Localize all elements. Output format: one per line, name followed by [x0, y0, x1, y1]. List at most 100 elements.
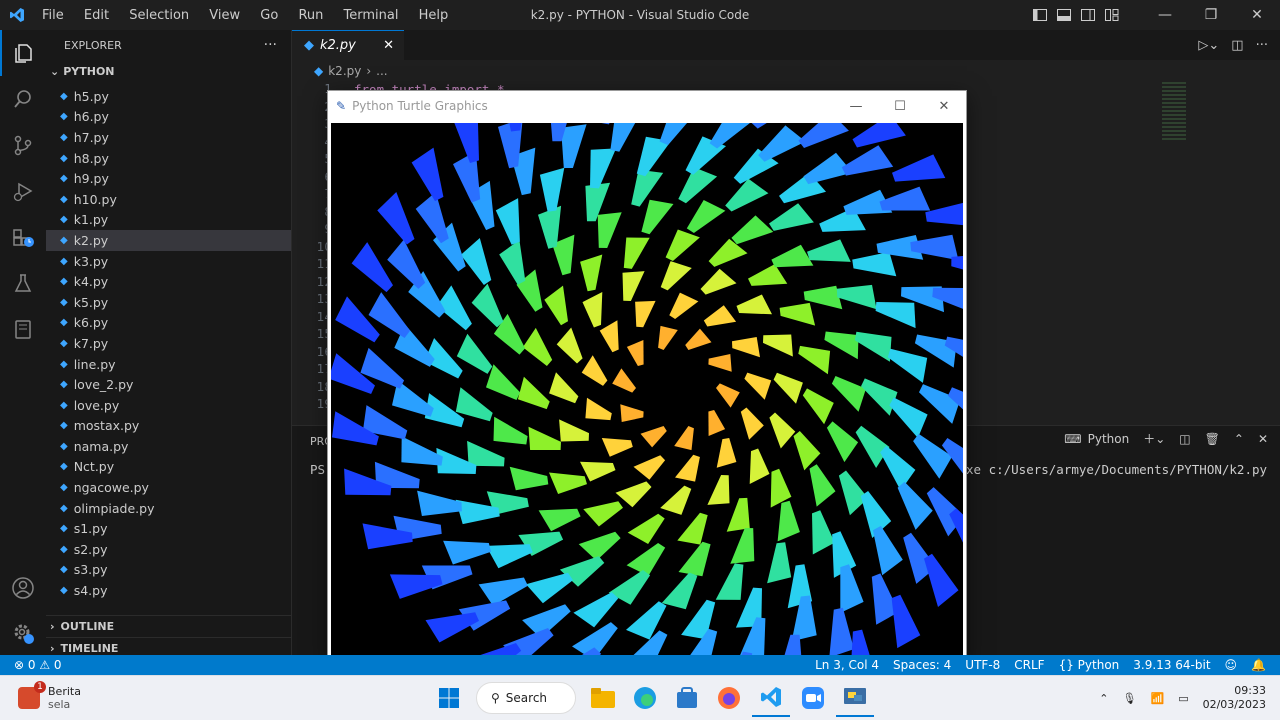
extensions-icon[interactable] — [0, 214, 46, 260]
file-item[interactable]: ◆ k3.py — [46, 251, 291, 272]
clock-date[interactable]: 02/03/2023 — [1203, 698, 1266, 712]
indentation[interactable]: Spaces: 4 — [893, 658, 951, 672]
testing-icon[interactable] — [0, 260, 46, 306]
turtle-minimize-icon[interactable]: — — [834, 99, 878, 114]
outline-section[interactable]: › OUTLINE — [46, 615, 291, 637]
file-item[interactable]: ◆ olimpiade.py — [46, 498, 291, 519]
file-item[interactable]: ◆ Nct.py — [46, 457, 291, 478]
notifications-icon[interactable]: 🔔 — [1251, 658, 1266, 672]
file-item[interactable]: ◆ k6.py — [46, 313, 291, 334]
battery-icon[interactable]: ▭ — [1178, 692, 1188, 705]
split-terminal-icon[interactable]: ◫ — [1179, 432, 1190, 446]
line-number: 15 — [316, 327, 332, 341]
file-item[interactable]: ◆ s2.py — [46, 539, 291, 560]
language-mode[interactable]: {} Python — [1059, 658, 1120, 672]
firefox-icon[interactable] — [710, 679, 748, 717]
python-taskbar-icon[interactable] — [836, 679, 874, 717]
minimize-icon[interactable]: — — [1142, 0, 1188, 30]
file-item[interactable]: ◆ s4.py — [46, 580, 291, 601]
turtle-close-icon[interactable]: ✕ — [922, 99, 966, 114]
tab-k2-py[interactable]: ◆ k2.py ✕ — [292, 30, 404, 60]
file-item[interactable]: ◆ love.py — [46, 395, 291, 416]
file-item[interactable]: ◆ s1.py — [46, 518, 291, 539]
file-item[interactable]: ◆ h8.py — [46, 148, 291, 169]
close-icon[interactable]: ✕ — [1234, 0, 1280, 30]
toggle-panel-icon[interactable] — [1052, 0, 1076, 30]
encoding[interactable]: UTF-8 — [965, 658, 1000, 672]
menu-edit[interactable]: Edit — [84, 8, 109, 23]
file-item[interactable]: ◆ line.py — [46, 354, 291, 375]
more-actions-icon[interactable]: ··· — [1256, 38, 1268, 53]
folder-section[interactable]: ⌄ PYTHON — [46, 60, 291, 82]
breadcrumb-more[interactable]: ... — [376, 64, 387, 78]
toggle-secondary-sidebar-icon[interactable] — [1076, 0, 1100, 30]
search-icon[interactable] — [0, 76, 46, 122]
interpreter-version[interactable]: 3.9.13 64-bit — [1133, 658, 1210, 672]
search-box[interactable]: ⚲ Search — [476, 682, 576, 714]
clock-time[interactable]: 09:33 — [1203, 684, 1266, 698]
microphone-icon[interactable]: 🎙 — [1123, 692, 1137, 705]
file-item[interactable]: ◆ k2.py — [46, 230, 291, 251]
menu-help[interactable]: Help — [419, 8, 449, 23]
file-item[interactable]: ◆ h6.py — [46, 107, 291, 128]
edge-browser-icon[interactable] — [626, 679, 664, 717]
trash-icon[interactable]: 🗑 — [1205, 432, 1220, 446]
explorer-more-button[interactable]: ··· — [264, 37, 277, 53]
turtle-graphics-window[interactable]: ✎ Python Turtle Graphics — ☐ ✕ — [327, 90, 967, 659]
menu-view[interactable]: View — [209, 8, 240, 23]
chevron-up-icon[interactable]: ⌃ — [1099, 692, 1108, 705]
file-item[interactable]: ◆ k7.py — [46, 333, 291, 354]
turtle-maximize-icon[interactable]: ☐ — [878, 99, 922, 114]
zoom-icon[interactable] — [794, 679, 832, 717]
maximize-panel-icon[interactable]: ⌃ — [1234, 432, 1244, 446]
file-item[interactable]: ◆ nama.py — [46, 436, 291, 457]
close-tab-icon[interactable]: ✕ — [383, 38, 394, 53]
file-item[interactable]: ◆ love_2.py — [46, 374, 291, 395]
file-item[interactable]: ◆ k1.py — [46, 210, 291, 231]
remote-explorer-icon[interactable] — [0, 306, 46, 352]
file-item[interactable]: ◆ h10.py — [46, 189, 291, 210]
menu-terminal[interactable]: Terminal — [344, 8, 399, 23]
file-item[interactable]: ◆ h9.py — [46, 168, 291, 189]
file-item[interactable]: ◆ ngacowe.py — [46, 477, 291, 498]
turtle-title: Python Turtle Graphics — [352, 99, 488, 113]
python-file-icon: ◆ — [60, 585, 68, 597]
explorer-icon[interactable] — [0, 30, 46, 76]
turtle-canvas[interactable] — [331, 123, 963, 655]
split-editor-icon[interactable]: ◫ — [1231, 38, 1243, 53]
wifi-icon[interactable]: 📶 — [1150, 692, 1164, 705]
news-widget[interactable]: 1 Berita sela — [18, 681, 138, 711]
start-button[interactable] — [430, 679, 468, 717]
breadcrumb-file[interactable]: k2.py — [328, 64, 361, 78]
menu-run[interactable]: Run — [298, 8, 323, 23]
file-item[interactable]: ◆ h5.py — [46, 86, 291, 107]
turtle-title-bar[interactable]: ✎ Python Turtle Graphics — ☐ ✕ — [328, 91, 966, 121]
file-explorer-icon[interactable] — [584, 679, 622, 717]
manage-gear-icon[interactable] — [0, 610, 46, 656]
customize-layout-icon[interactable] — [1100, 0, 1124, 30]
cursor-position[interactable]: Ln 3, Col 4 — [815, 658, 879, 672]
file-item[interactable]: ◆ h7.py — [46, 127, 291, 148]
toggle-primary-sidebar-icon[interactable] — [1028, 0, 1052, 30]
menu-file[interactable]: File — [42, 8, 64, 23]
minimap[interactable] — [1162, 82, 1186, 142]
add-terminal-icon[interactable]: ＋⌄ — [1143, 430, 1165, 447]
file-item[interactable]: ◆ k5.py — [46, 292, 291, 313]
terminal-name[interactable]: Python — [1088, 432, 1130, 446]
microsoft-store-icon[interactable] — [668, 679, 706, 717]
close-panel-icon[interactable]: ✕ — [1258, 432, 1268, 446]
feedback-icon[interactable]: ☺ — [1225, 658, 1238, 672]
account-icon[interactable] — [0, 565, 46, 611]
line-ending[interactable]: CRLF — [1014, 658, 1044, 672]
run-debug-icon[interactable] — [0, 168, 46, 214]
restore-icon[interactable]: ❐ — [1188, 0, 1234, 30]
file-item[interactable]: ◆ s3.py — [46, 560, 291, 581]
problems-indicator[interactable]: ⊗ 0 ⚠ 0 — [14, 658, 62, 672]
vscode-taskbar-icon[interactable] — [752, 679, 790, 717]
menu-go[interactable]: Go — [260, 8, 278, 23]
run-python-icon[interactable]: ▷⌄ — [1198, 38, 1219, 53]
menu-selection[interactable]: Selection — [129, 8, 189, 23]
source-control-icon[interactable] — [0, 122, 46, 168]
file-item[interactable]: ◆ k4.py — [46, 271, 291, 292]
file-item[interactable]: ◆ mostax.py — [46, 416, 291, 437]
